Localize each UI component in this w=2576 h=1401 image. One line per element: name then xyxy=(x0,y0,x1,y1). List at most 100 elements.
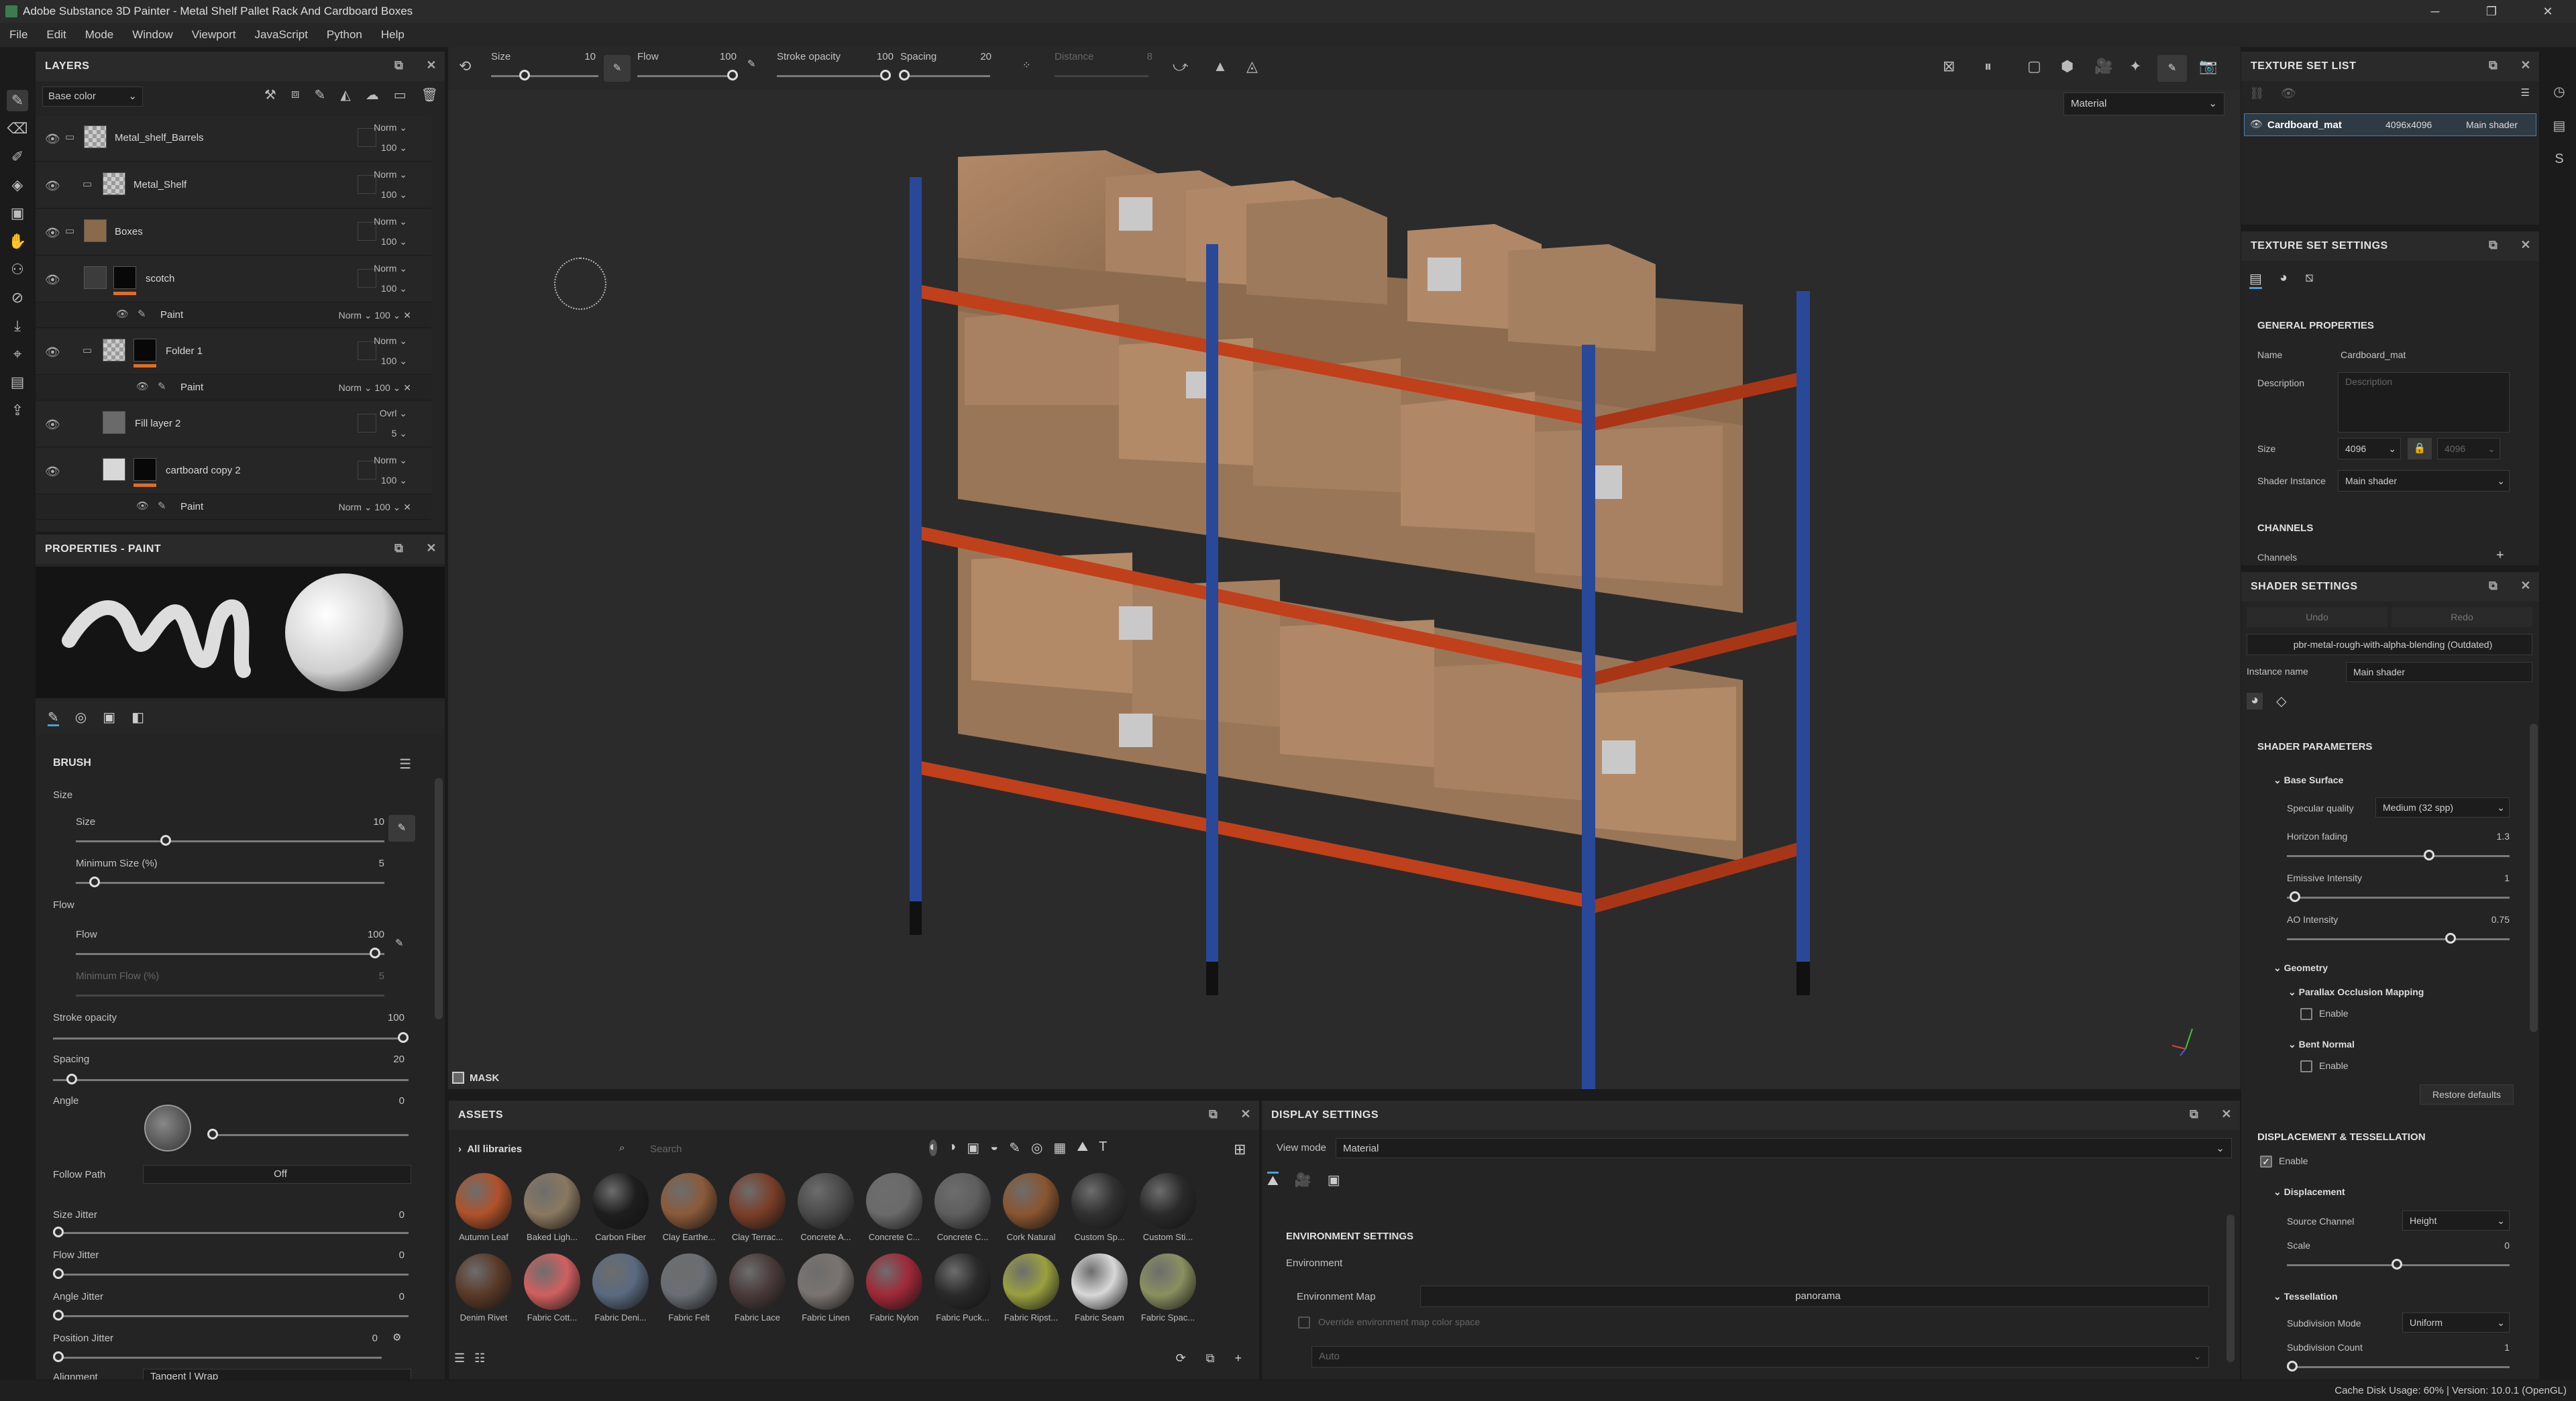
size-slider[interactable] xyxy=(76,840,384,842)
blend-mode[interactable]: Norm ⌄ 100 ⌄ ✕ xyxy=(339,305,411,325)
float-icon[interactable]: ⧉ xyxy=(394,58,403,72)
horizon-fading-value[interactable]: 1.3 xyxy=(2463,831,2510,842)
asset-thumbnail[interactable] xyxy=(524,1253,580,1310)
flow-slider[interactable] xyxy=(76,953,384,955)
menu-mode[interactable]: Mode xyxy=(76,28,123,42)
bent-normal-group[interactable]: ⌄ Bent Normal xyxy=(2288,1039,2355,1050)
blend-mode[interactable]: Norm ⌄ 100 ⌄ ✕ xyxy=(339,497,411,517)
asset-thumbnail[interactable] xyxy=(592,1173,649,1229)
tab-baking-icon[interactable]: ◕ xyxy=(2279,270,2288,289)
asset-thumbnail[interactable] xyxy=(729,1253,786,1310)
blend-mode[interactable]: Norm ⌄ 100 ⌄ xyxy=(374,258,407,298)
blend-mode[interactable]: Norm ⌄ 100 ⌄ xyxy=(374,450,407,490)
asset-thumbnail[interactable] xyxy=(729,1173,786,1229)
add-fill-layer-icon[interactable]: ◭ xyxy=(340,87,350,103)
close-panel-icon[interactable]: ✕ xyxy=(1240,1107,1251,1121)
asset-thumbnail[interactable] xyxy=(661,1173,717,1229)
subdivision-mode-select[interactable]: Uniform ⌄ xyxy=(2402,1312,2510,1333)
export-icon[interactable]: ⇪ xyxy=(7,400,28,421)
size-pressure-icon[interactable]: ✎ xyxy=(604,55,631,82)
view-mode-select[interactable]: Material ⌄ xyxy=(1336,1138,2232,1158)
ao-intensity-value[interactable]: 0.75 xyxy=(2463,914,2510,925)
geometry-decal-icon[interactable]: ◈ xyxy=(7,174,28,196)
tessellation-group[interactable]: ⌄ Tessellation xyxy=(2273,1291,2338,1302)
position-jitter-slider[interactable] xyxy=(53,1357,382,1359)
visibility-eye-icon[interactable]: 👁 xyxy=(45,273,60,287)
horizon-fading-slider[interactable] xyxy=(2287,855,2510,857)
tool-settings-icon[interactable]: ⟲ xyxy=(459,58,471,75)
menu-javascript[interactable]: JavaScript xyxy=(246,28,317,42)
filter-font-icon[interactable]: T xyxy=(1099,1139,1107,1156)
grid-view-icon[interactable]: ⊞ xyxy=(1234,1141,1246,1158)
asset-thumbnail[interactable] xyxy=(798,1173,854,1229)
toolbar-stroke-knob[interactable] xyxy=(880,70,891,80)
tab-brush-icon[interactable]: ✎ xyxy=(48,709,59,726)
size-slider-knob[interactable] xyxy=(160,835,171,846)
tab-general-icon[interactable]: ▤ xyxy=(2249,270,2262,289)
shader-scrollbar[interactable] xyxy=(2530,724,2538,1032)
layer-row[interactable]: 👁 ✎ Paint Norm ⌄ 100 ⌄ ✕ xyxy=(36,496,431,520)
close-panel-icon[interactable]: ✕ xyxy=(2520,579,2531,593)
new-window-icon[interactable]: ⧉ xyxy=(1206,1351,1215,1365)
properties-scrollbar[interactable] xyxy=(435,778,443,1019)
min-size-slider[interactable] xyxy=(76,882,384,884)
angle-dial[interactable] xyxy=(144,1105,191,1152)
projection-icon[interactable]: ✐ xyxy=(7,146,28,168)
bucket-icon[interactable]: ▤ xyxy=(7,372,28,393)
color-picker-icon[interactable]: ⊘ xyxy=(7,287,28,309)
min-size-value[interactable]: 5 xyxy=(344,858,384,869)
position-jitter-value[interactable]: 0 xyxy=(344,1333,378,1344)
layer-row[interactable]: 👁 ▭ Boxes Norm ⌄ 100 ⌄ xyxy=(36,210,431,256)
close-icon[interactable]: ✕ xyxy=(2520,0,2576,23)
float-icon[interactable]: ⧉ xyxy=(2489,579,2498,593)
toolbar-flow-value[interactable]: 100 xyxy=(703,51,737,62)
cube-view-icon[interactable]: ⬢ xyxy=(2061,58,2074,75)
spacing-slider[interactable] xyxy=(53,1079,409,1081)
search-input[interactable]: Search xyxy=(650,1143,682,1155)
scale-value[interactable]: 0 xyxy=(2463,1240,2510,1251)
substance-icon[interactable]: S xyxy=(2555,152,2563,167)
asset-thumbnail[interactable] xyxy=(798,1253,854,1310)
asset-thumbnail[interactable] xyxy=(1003,1253,1059,1310)
history-icon[interactable]: ◷ xyxy=(2553,83,2565,100)
asset-thumbnail[interactable] xyxy=(1140,1253,1196,1310)
stroke-opacity-slider[interactable] xyxy=(53,1038,409,1040)
close-panel-icon[interactable]: ✕ xyxy=(2520,238,2531,252)
emissive-intensity-knob[interactable] xyxy=(2290,891,2300,902)
name-value[interactable]: Cardboard_mat xyxy=(2341,349,2406,360)
paint-mode-icon[interactable]: ✎ xyxy=(2157,55,2187,82)
channel-select[interactable]: Base color ⌄ xyxy=(42,87,143,107)
subdivision-count-knob[interactable] xyxy=(2287,1361,2298,1371)
asset-thumbnail[interactable] xyxy=(1003,1173,1059,1229)
visibility-eye-icon[interactable]: 👁 xyxy=(45,345,60,359)
viewport-2d3d-icon[interactable]: ▢ xyxy=(2027,58,2041,75)
texture-set-item[interactable]: 👁 Cardboard_mat 4096x4096 Main shader xyxy=(2244,113,2536,136)
flow-value[interactable]: 100 xyxy=(344,929,384,940)
size-value[interactable]: 10 xyxy=(344,816,384,828)
add-folder-icon[interactable]: ▭ xyxy=(394,87,407,103)
filter-material-icon[interactable]: ◐ xyxy=(929,1139,938,1156)
visibility-eye-icon[interactable]: 👁 xyxy=(45,179,60,193)
blend-mode[interactable]: Norm ⌄ 100 ⌄ ✕ xyxy=(339,378,411,398)
toolbar-spacing-value[interactable]: 20 xyxy=(958,51,991,62)
menu-edit[interactable]: Edit xyxy=(37,28,75,42)
tab-environment-icon[interactable]: ⛰ xyxy=(1267,1172,1279,1189)
filter-smart-material-icon[interactable]: ◑ xyxy=(948,1139,956,1156)
camera-icon[interactable]: ⌖ xyxy=(7,343,28,365)
pom-group[interactable]: ⌄ Parallax Occlusion Mapping xyxy=(2288,987,2424,998)
close-panel-icon[interactable]: ✕ xyxy=(2221,1107,2232,1121)
add-effect-icon[interactable]: ⚒ xyxy=(264,87,276,103)
toolbar-size-knob[interactable] xyxy=(519,70,530,80)
geometry-group[interactable]: ⌄ Geometry xyxy=(2273,962,2328,974)
random-seed-icon[interactable]: ⚙ xyxy=(392,1331,401,1343)
hide-icon[interactable]: 👁 xyxy=(2281,87,2296,101)
asset-thumbnail[interactable] xyxy=(866,1253,922,1310)
layer-row[interactable]: 👁 Fill layer 2 Ovrl ⌄ 5 ⌄ xyxy=(36,402,431,447)
environment-map-field[interactable]: panorama xyxy=(1420,1286,2209,1307)
emissive-intensity-slider[interactable] xyxy=(2287,897,2510,899)
tab-viewport-icon[interactable]: ▣ xyxy=(1328,1172,1340,1189)
horizon-fading-knob[interactable] xyxy=(2424,850,2434,860)
tab-alpha-icon[interactable]: ▣ xyxy=(103,709,115,726)
display-scrollbar[interactable] xyxy=(2226,1215,2235,1362)
hide-ui-icon[interactable]: ⊠ xyxy=(1943,58,1955,75)
